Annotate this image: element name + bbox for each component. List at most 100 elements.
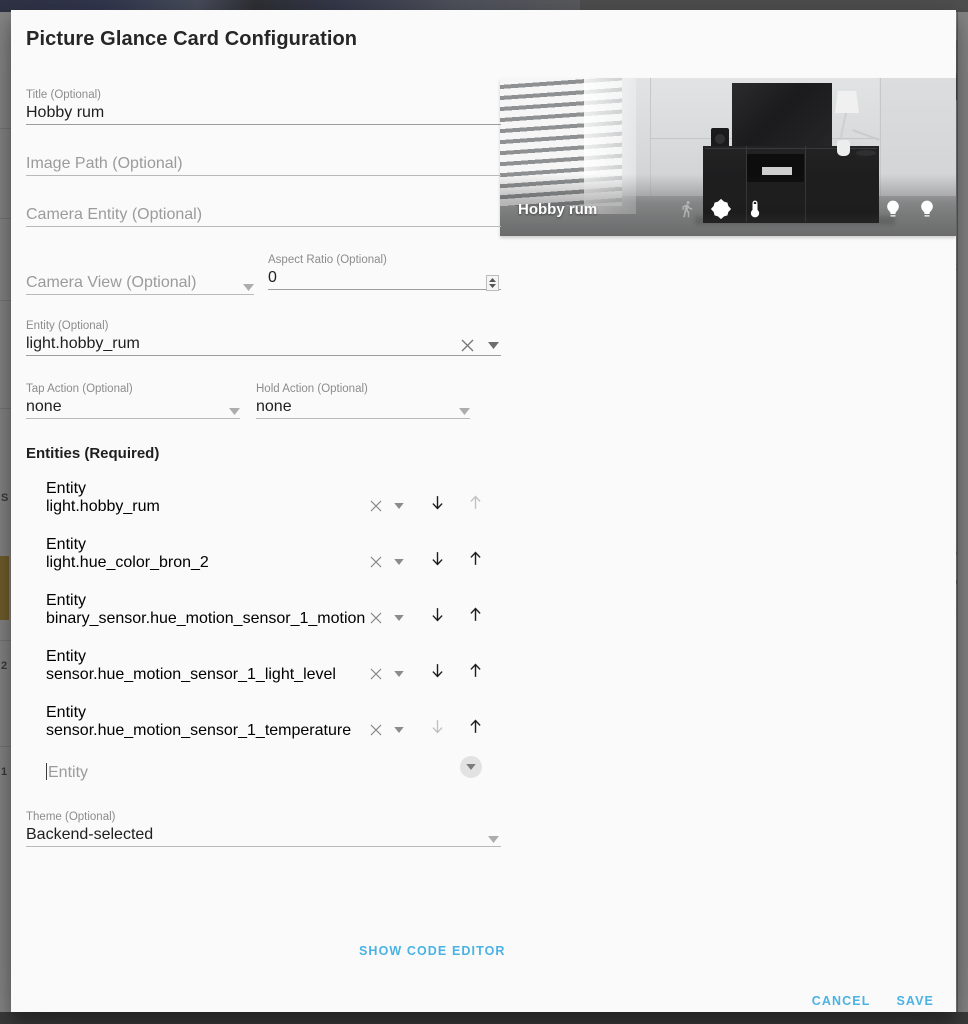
entity-row-reorder-controls	[426, 714, 486, 740]
entity-row-value[interactable]: sensor.hue_motion_sensor_1_light_level	[46, 666, 406, 684]
chevron-down-icon[interactable]	[394, 671, 404, 677]
move-up-button[interactable]	[464, 714, 486, 738]
title-field-value[interactable]: Hobby rum	[26, 102, 501, 124]
stepper-down-icon	[489, 284, 496, 288]
chevron-down-icon[interactable]	[459, 408, 470, 415]
entity-row: Entity light.hue_color_bron_2	[46, 536, 501, 572]
entity-row-value[interactable]: light.hobby_rum	[46, 498, 406, 516]
lightbulb-icon[interactable]	[876, 194, 910, 224]
move-down-button[interactable]	[426, 490, 448, 514]
chevron-down-icon[interactable]	[488, 342, 499, 349]
new-entity-row: Entity	[26, 756, 501, 784]
clear-icon[interactable]	[370, 668, 382, 680]
field-underline	[256, 418, 470, 419]
entity-row-label: Entity	[46, 592, 87, 609]
tap-action-field[interactable]: Tap Action (Optional) none	[26, 382, 240, 419]
field-underline	[26, 355, 501, 356]
tap-action-field-value[interactable]: none	[26, 396, 240, 418]
move-down-button[interactable]	[426, 546, 448, 570]
card-config-form: Title (Optional) Hobby rum Image Path (O…	[26, 88, 501, 847]
entity-row-reorder-controls	[426, 602, 486, 628]
tap-action-field-label: Tap Action (Optional)	[26, 383, 133, 395]
camera-entity-field[interactable]: Camera Entity (Optional)	[26, 204, 501, 227]
chevron-down-icon[interactable]	[394, 559, 404, 565]
backdrop-bottom-bar	[0, 1012, 968, 1024]
theme-field-value[interactable]: Backend-selected	[26, 824, 501, 846]
camera-view-field-placeholder: Camera View (Optional)	[26, 274, 197, 291]
cancel-button[interactable]: CANCEL	[812, 994, 871, 1008]
entity-row-value[interactable]: light.hue_color_bron_2	[46, 554, 406, 572]
entity-row-value[interactable]: sensor.hue_motion_sensor_1_temperature	[46, 722, 406, 740]
arrow-up-icon	[469, 494, 481, 509]
move-up-button[interactable]	[464, 602, 486, 626]
theme-field-label: Theme (Optional)	[26, 811, 116, 823]
clear-icon[interactable]	[370, 612, 382, 624]
clear-icon[interactable]	[370, 500, 382, 512]
aspect-ratio-stepper[interactable]	[486, 275, 499, 291]
brightness-icon[interactable]	[704, 194, 738, 224]
field-underline	[26, 226, 501, 227]
entity-row-label: Entity	[46, 704, 87, 721]
move-down-button[interactable]	[426, 602, 448, 626]
theme-field[interactable]: Theme (Optional) Backend-selected	[26, 810, 501, 847]
entity-optional-field[interactable]: Entity (Optional) light.hobby_rum	[26, 319, 501, 356]
field-underline	[26, 418, 240, 419]
move-down-button	[426, 714, 448, 738]
camera-view-field[interactable]: Camera View (Optional)	[26, 253, 254, 295]
entity-row-field[interactable]: Entity light.hobby_rum	[46, 480, 406, 516]
chevron-down-icon[interactable]	[394, 727, 404, 733]
arrow-up-icon	[469, 550, 481, 565]
entity-row-label: Entity	[46, 480, 87, 497]
arrow-down-icon	[431, 719, 443, 734]
title-field-label: Title (Optional)	[26, 89, 101, 101]
entity-row-reorder-controls	[426, 658, 486, 684]
new-entity-dropdown-button[interactable]	[460, 756, 482, 778]
arrow-up-icon	[469, 662, 481, 677]
move-up-button[interactable]	[464, 658, 486, 682]
new-entity-placeholder: Entity	[48, 764, 89, 781]
chevron-down-icon[interactable]	[488, 836, 499, 843]
entity-row-value[interactable]: binary_sensor.hue_motion_sensor_1_motion	[46, 610, 406, 628]
entity-optional-field-label: Entity (Optional)	[26, 320, 109, 332]
chevron-down-icon[interactable]	[394, 503, 404, 509]
dialog-actions: CANCEL SAVE	[812, 994, 934, 1008]
entity-row-field[interactable]: Entity light.hue_color_bron_2	[46, 536, 406, 572]
new-entity-field[interactable]: Entity	[46, 756, 486, 784]
chevron-down-icon[interactable]	[229, 408, 240, 415]
move-up-button[interactable]	[464, 546, 486, 570]
walk-icon[interactable]	[670, 194, 704, 224]
field-underline	[268, 289, 501, 290]
hold-action-field[interactable]: Hold Action (Optional) none	[256, 382, 470, 419]
arrow-down-icon	[431, 495, 443, 510]
image-path-field[interactable]: Image Path (Optional)	[26, 153, 501, 176]
entity-row-field[interactable]: Entity binary_sensor.hue_motion_sensor_1_…	[46, 592, 406, 628]
image-path-field-placeholder: Image Path (Optional)	[26, 155, 183, 172]
arrow-down-icon	[431, 607, 443, 622]
entity-row-reorder-controls	[426, 490, 486, 516]
show-code-editor-button[interactable]: SHOW CODE EDITOR	[359, 944, 506, 958]
clear-icon[interactable]	[461, 339, 474, 352]
entity-row-field[interactable]: Entity sensor.hue_motion_sensor_1_tempera…	[46, 704, 406, 740]
aspect-ratio-field[interactable]: Aspect Ratio (Optional) 0	[268, 253, 501, 295]
field-underline	[26, 124, 501, 125]
title-field[interactable]: Title (Optional) Hobby rum	[26, 88, 501, 125]
entity-row: Entity light.hobby_rum	[46, 480, 501, 516]
clear-icon[interactable]	[370, 556, 382, 568]
save-button[interactable]: SAVE	[896, 994, 934, 1008]
arrow-up-icon	[469, 606, 481, 621]
clear-icon[interactable]	[370, 724, 382, 736]
picture-glance-card-preview[interactable]: Hobby rum	[500, 78, 956, 236]
hold-action-field-value[interactable]: none	[256, 396, 470, 418]
chevron-down-icon[interactable]	[394, 615, 404, 621]
chevron-down-icon[interactable]	[243, 284, 254, 291]
lightbulb-icon[interactable]	[910, 194, 944, 224]
card-configuration-dialog: Picture Glance Card Configuration Hobby …	[11, 10, 956, 1012]
actions-row: Tap Action (Optional) none Hold Action (…	[26, 382, 501, 419]
entity-optional-field-value[interactable]: light.hobby_rum	[26, 333, 501, 355]
aspect-ratio-field-value[interactable]: 0	[268, 267, 501, 289]
entity-row-field[interactable]: Entity sensor.hue_motion_sensor_1_light_l…	[46, 648, 406, 684]
thermometer-icon[interactable]	[738, 194, 772, 224]
move-down-button[interactable]	[426, 658, 448, 682]
arrow-down-icon	[431, 663, 443, 678]
page-title: Picture Glance Card Configuration	[26, 28, 358, 50]
